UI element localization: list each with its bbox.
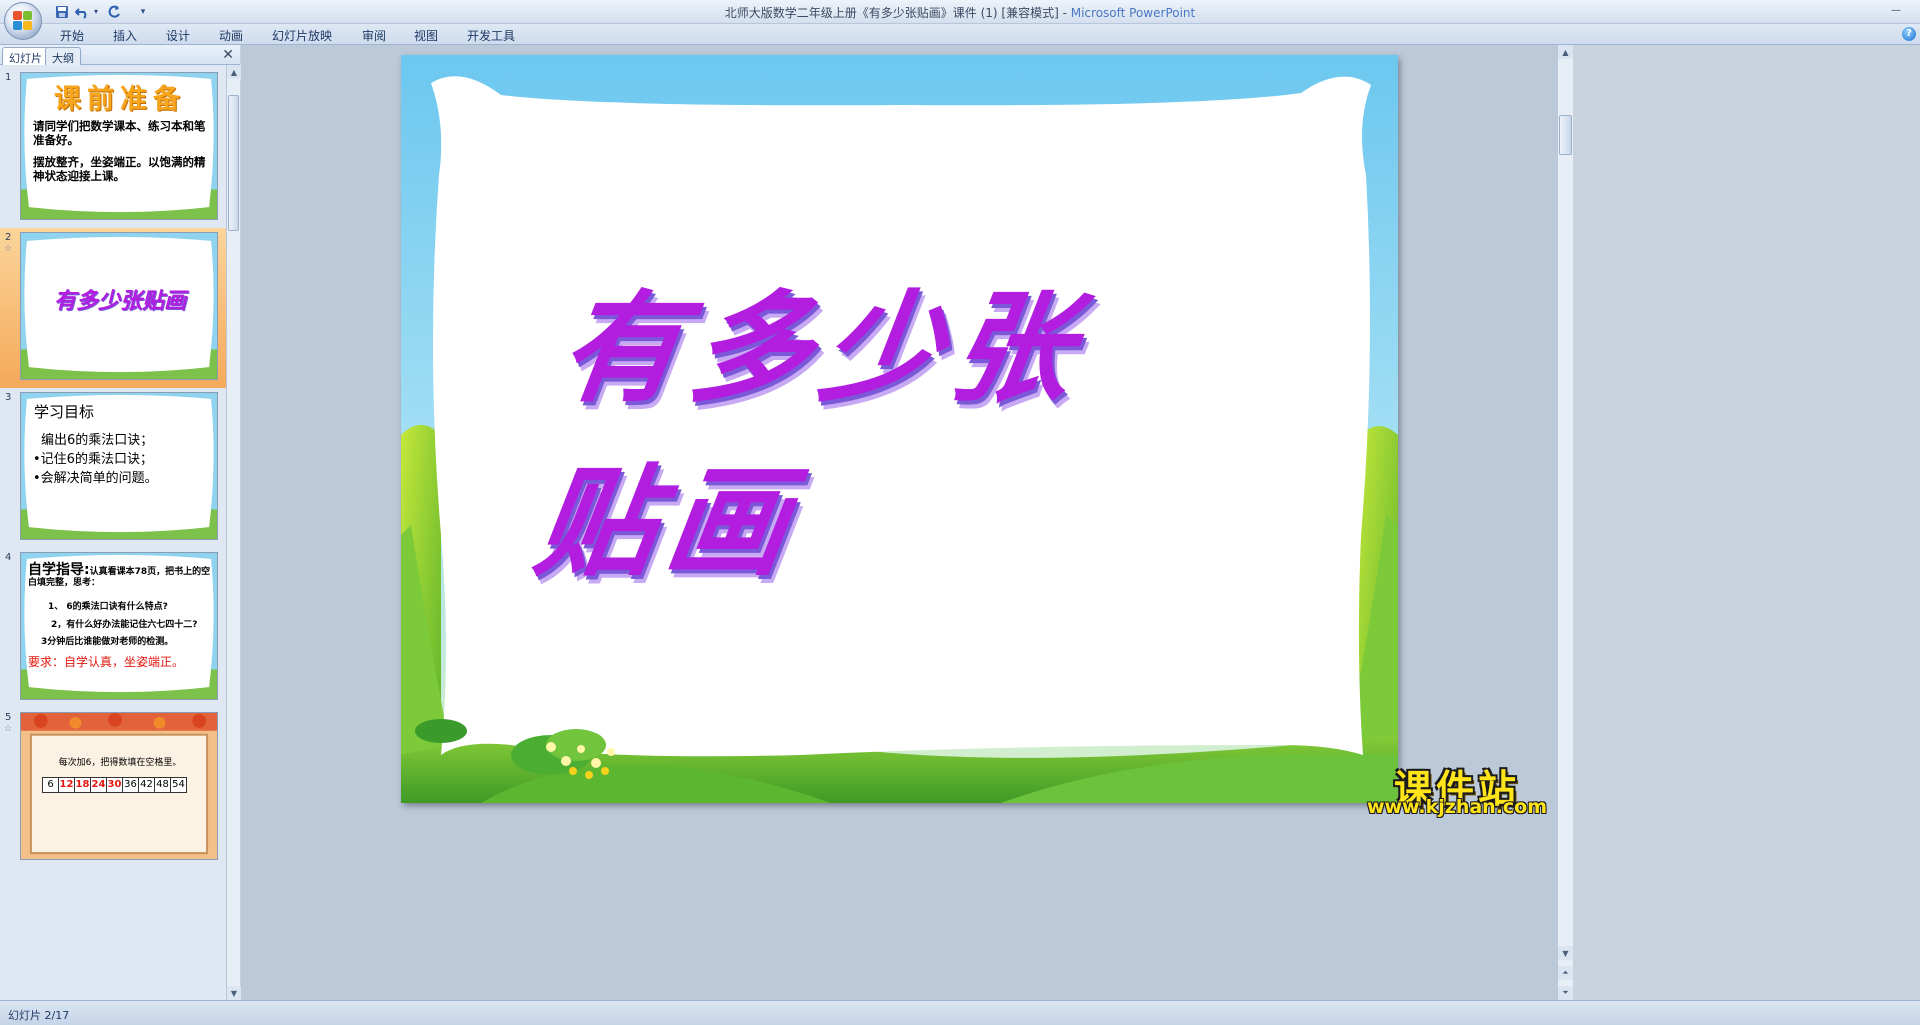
slide-4-requirement: 要求：自学认真，坐姿端正。 (28, 655, 185, 669)
slide-thumbnail-5[interactable]: 5 ☆ 每次加6，把得数填在空格里。 6 12 18 24 30 36 42 48 54 (0, 708, 226, 868)
slide-thumbnail-2[interactable]: 2 ☆ 有多少张贴画 (0, 228, 226, 388)
slide-title[interactable]: 有多少张贴画 (527, 278, 1208, 593)
number-cell: 12 (58, 777, 75, 793)
slide-number: 5 (5, 712, 12, 723)
thumbnail-image: 每次加6，把得数填在空格里。 6 12 18 24 30 36 42 48 54 (20, 712, 218, 860)
animation-icon: ☆ (4, 244, 13, 254)
title-bar: ▾ ▾ 北师大版数学二年级上册《有多少张贴画》课件 (1) [兼容模式] - M… (0, 0, 1920, 40)
thumbnail-image: 课前准备 请同学们把数学课本、练习本和笔准备好。 摆放整齐，坐姿端正。以饱满的精… (20, 72, 218, 220)
slide-thumbnail-list: 1 课前准备 请同学们把数学课本、练习本和笔准备好。 摆放整齐，坐姿端正。以饱满… (0, 65, 226, 1000)
number-cell: 24 (90, 777, 107, 793)
slide-number: 1 (5, 72, 12, 83)
slide-1-title: 课前准备 (54, 84, 186, 115)
number-cell: 36 (122, 777, 139, 793)
slide-4-line-2: 2，有什么好办法能记住六七四十二? (51, 620, 198, 630)
scroll-thumb[interactable] (1559, 115, 1572, 155)
tab-outline[interactable]: 大纲 (45, 47, 81, 65)
help-icon[interactable]: ? (1902, 27, 1916, 41)
number-cell: 54 (170, 777, 187, 793)
office-button[interactable] (4, 2, 42, 40)
tab-review[interactable]: 审阅 (362, 27, 386, 44)
tab-animations[interactable]: 动画 (219, 27, 243, 44)
main-scrollbar[interactable]: ▲ ▼ ⏶ ⏷ (1557, 45, 1573, 1000)
panel-tabs: 幻灯片 大纲 ✕ (0, 45, 240, 65)
tab-view[interactable]: 视图 (414, 27, 438, 44)
tab-developer[interactable]: 开发工具 (467, 27, 515, 44)
slide-1-line-1: 请同学们把数学课本、练习本和笔准备好。 (33, 119, 206, 147)
slides-panel: 幻灯片 大纲 ✕ 1 课前准备 请同学们把数学课本、练习本和笔准备好。 摆放整齐… (0, 45, 241, 1000)
tab-design[interactable]: 设计 (166, 27, 190, 44)
slide-thumbnail-4[interactable]: 4 自学指导:认真看课本78页，把书上的空白填完整，思考： 1、 6的乘法口诀有… (0, 548, 226, 708)
scroll-down-icon[interactable]: ▼ (227, 986, 241, 1000)
slide-indicator: 幻灯片 2/17 (8, 1009, 70, 1022)
slide-number: 4 (5, 552, 12, 563)
slide-3-title: 学习目标 (34, 403, 95, 421)
ribbon-tab-bar: 开始 插入 设计 动画 幻灯片放映 审阅 视图 开发工具 ? (0, 24, 1920, 45)
scroll-down-icon[interactable]: ▼ (1558, 946, 1573, 960)
slide-4-line-1: 1、 6的乘法口诀有什么特点? (48, 602, 168, 612)
office-logo-icon (13, 11, 33, 31)
slide-1-line-2: 摆放整齐，坐姿端正。以饱满的精神状态迎接上课。 (33, 155, 206, 183)
animation-icon: ☆ (4, 724, 13, 734)
number-cell: 6 (42, 777, 59, 793)
close-panel-icon[interactable]: ✕ (222, 47, 234, 63)
next-slide-icon[interactable]: ⏷ (1558, 986, 1573, 1000)
tab-slide-show[interactable]: 幻灯片放映 (272, 27, 332, 44)
slide-2-title: 有多少张贴画 (53, 288, 186, 314)
watermark-logo: 课件站 www.kjzhan.com (1362, 758, 1552, 820)
previous-slide-icon[interactable]: ⏶ (1558, 966, 1573, 980)
status-bar: 幻灯片 2/17 (0, 1000, 1920, 1025)
minimize-button[interactable]: — (1884, 2, 1908, 18)
slide-thumbnail-1[interactable]: 1 课前准备 请同学们把数学课本、练习本和笔准备好。 摆放整齐，坐姿端正。以饱满… (0, 68, 226, 228)
tab-insert[interactable]: 插入 (113, 27, 137, 44)
slide-5-instruction: 每次加6，把得数填在空格里。 (58, 758, 182, 768)
slide-3-line-1: 编出6的乘法口诀； (41, 433, 154, 448)
slide-number: 2 (5, 232, 12, 243)
slide-3-line-2: •记住6的乘法口诀； (33, 452, 153, 467)
scroll-up-icon[interactable]: ▲ (227, 65, 241, 79)
thumbnail-scrollbar[interactable]: ▲ ▼ (226, 65, 241, 1000)
thumbnail-image: 学习目标 编出6的乘法口诀； •记住6的乘法口诀； •会解决简单的问题。 (20, 392, 218, 540)
watermark-url: www.kjzhan.com (1366, 796, 1548, 818)
thumbnail-image: 自学指导:认真看课本78页，把书上的空白填完整，思考： 1、 6的乘法口诀有什么… (20, 552, 218, 700)
tab-home[interactable]: 开始 (60, 27, 84, 44)
slide-4-line-3: 3分钟后比谁能做对老师的检测。 (41, 637, 174, 647)
thumbnail-image: 有多少张贴画 (20, 232, 218, 380)
number-cells: 6 12 18 24 30 36 42 48 54 (42, 777, 187, 793)
tab-slides[interactable]: 幻灯片 (2, 47, 49, 65)
slide-4-title-strong: 自学指导: (28, 562, 90, 578)
slide-editing-area: 有多少张贴画 (241, 45, 1557, 1000)
slide-thumbnail-3[interactable]: 3 学习目标 编出6的乘法口诀； •记住6的乘法口诀； •会解决简单的问题。 (0, 388, 226, 548)
number-cell: 42 (138, 777, 155, 793)
slide-3-line-3: •会解决简单的问题。 (33, 471, 158, 486)
scroll-thumb[interactable] (228, 95, 239, 231)
number-cell: 18 (74, 777, 91, 793)
number-cell: 48 (154, 777, 171, 793)
scroll-up-icon[interactable]: ▲ (1558, 45, 1573, 59)
current-slide[interactable]: 有多少张贴画 (401, 55, 1398, 803)
number-cell: 30 (106, 777, 123, 793)
slide-number: 3 (5, 392, 12, 403)
slide-4-heading: 自学指导:认真看课本78页，把书上的空白填完整，思考： (28, 562, 216, 589)
window-title: 北师大版数学二年级上册《有多少张贴画》课件 (1) [兼容模式] - Micro… (724, 6, 1196, 20)
